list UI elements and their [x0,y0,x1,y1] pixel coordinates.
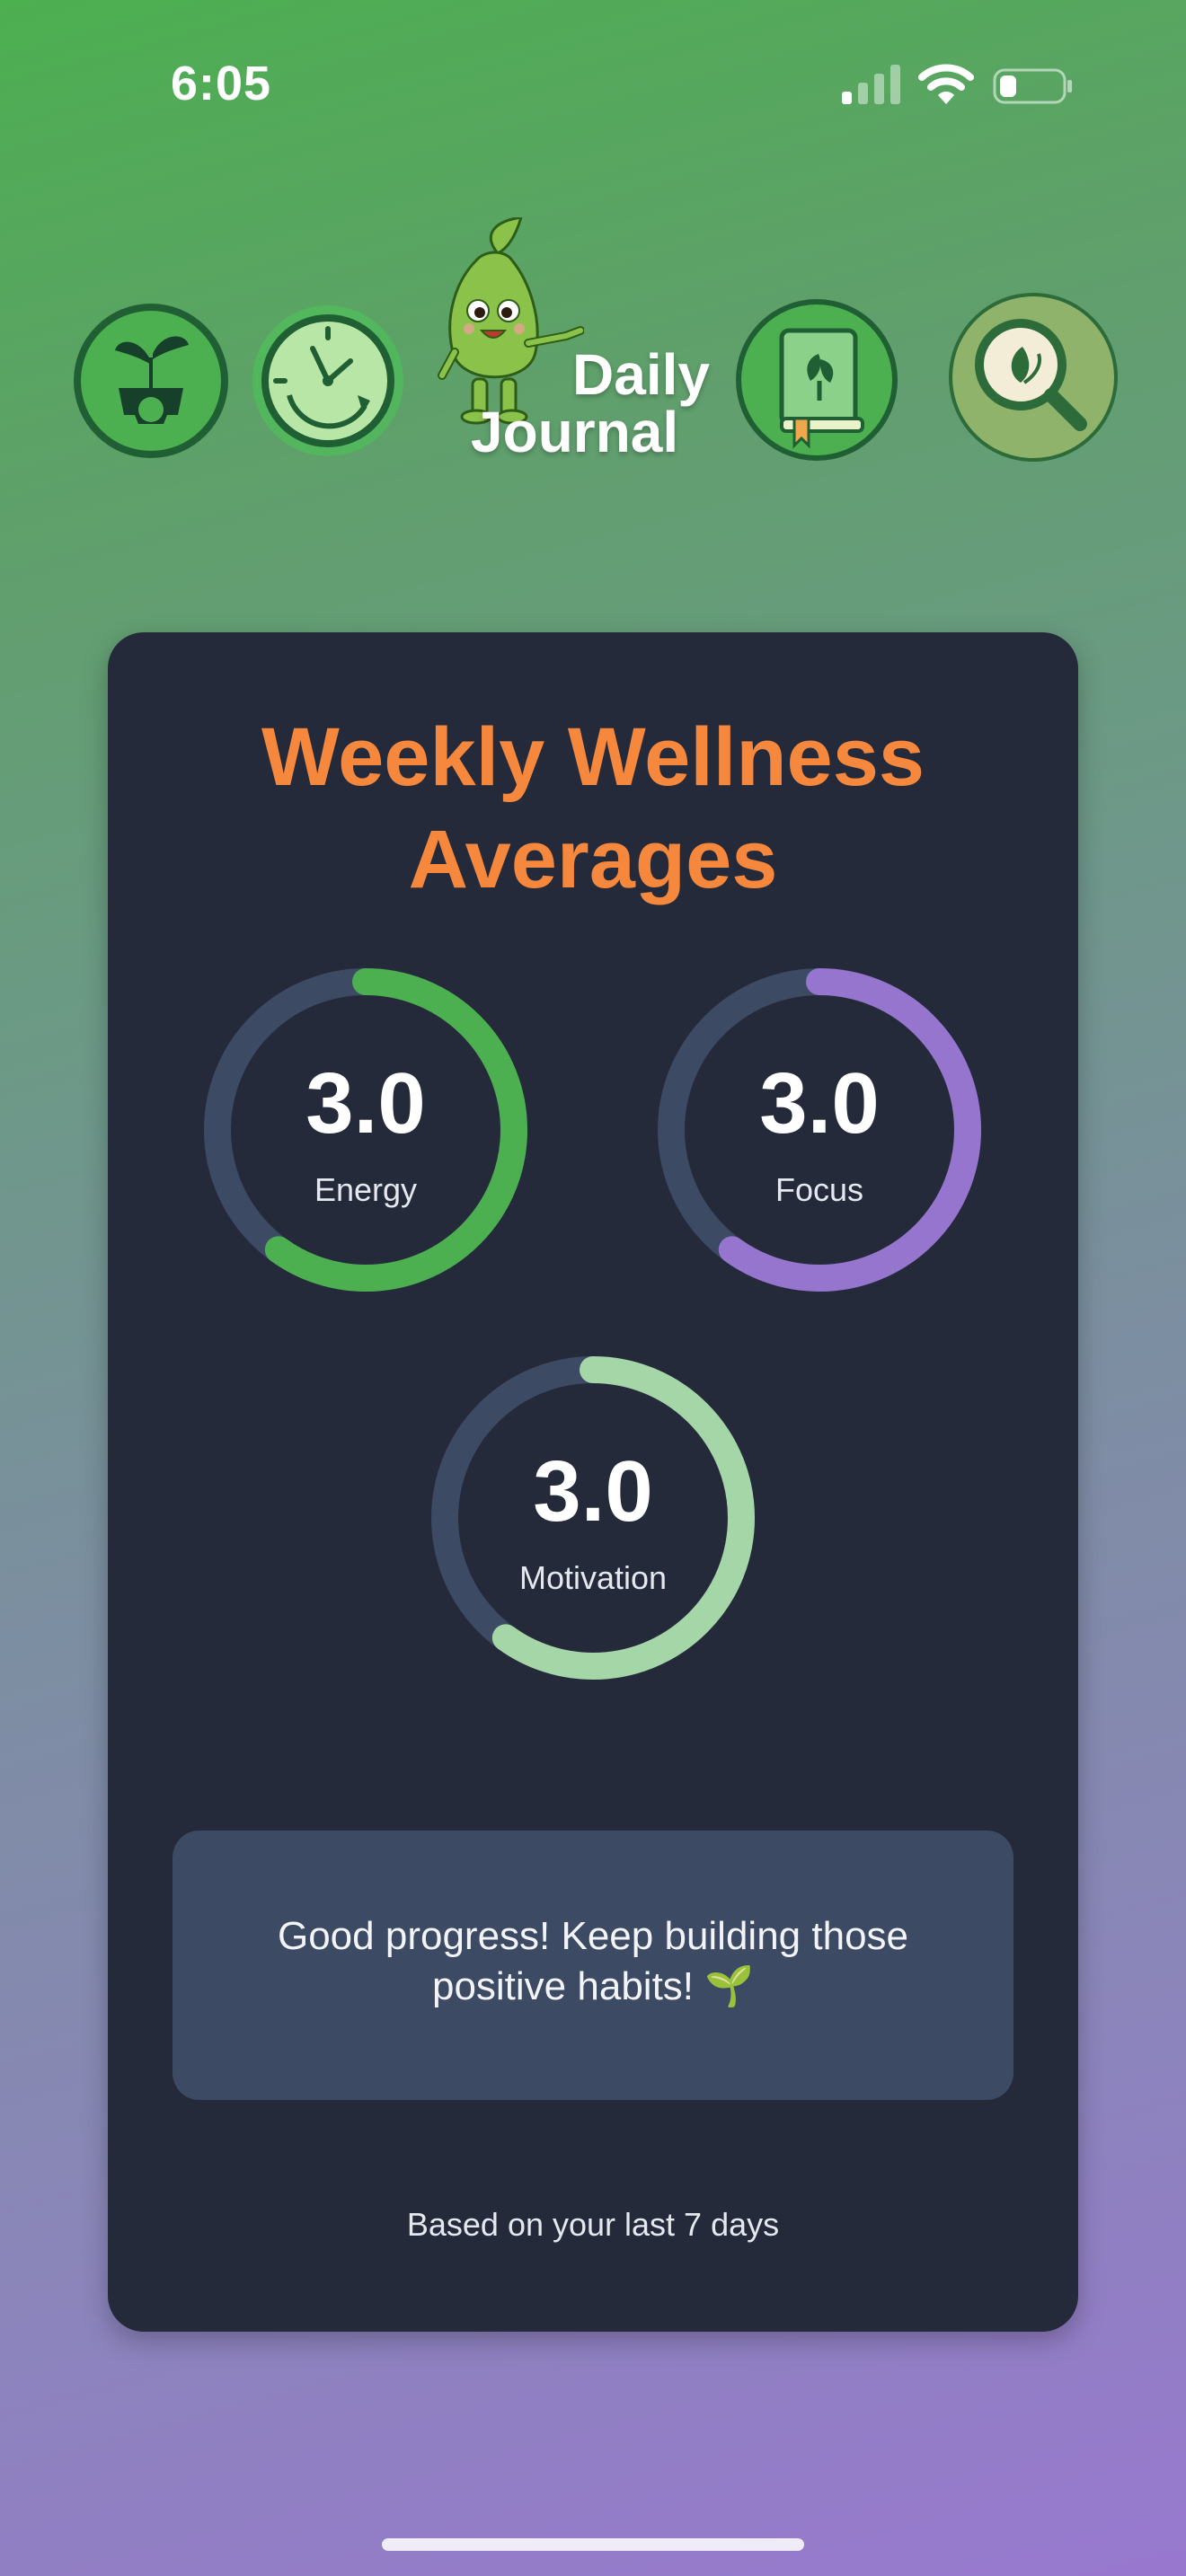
weekly-averages-card: Weekly Wellness Averages 3.0 Energy 3.0 … [108,632,1078,2332]
journal-book-icon[interactable] [731,295,902,465]
motivation-value: 3.0 [533,1443,653,1539]
status-time: 6:05 [171,57,272,110]
encouragement-message: Good progress! Keep building those posit… [173,1831,1013,2100]
motivation-label: Motivation [518,1559,668,1596]
data-range-note: Based on your last 7 days [406,2206,780,2243]
plant-gear-icon[interactable] [68,298,234,463]
app-header: Daily Journal [0,207,1186,494]
focus-ring: 3.0 Focus [656,966,983,1293]
app-brand: Daily Journal [467,341,710,467]
encouragement-text: Good progress! Keep building those posit… [277,1914,909,2008]
focus-label: Focus [774,1171,864,1208]
home-indicator[interactable] [382,2538,804,2551]
brand-line2: Journal [471,400,679,464]
status-bar: 6:05 [0,0,1186,171]
energy-value: 3.0 [305,1055,426,1151]
magnifier-leaf-icon[interactable] [945,289,1121,465]
cellular-signal-icon [842,65,900,104]
card-title: Weekly Wellness Averages [108,706,1078,911]
brand-line1: Daily [572,342,710,407]
focus-value: 3.0 [759,1055,880,1151]
battery-icon [993,68,1072,104]
energy-ring: 3.0 Energy [202,966,529,1293]
motivation-ring: 3.0 Motivation [429,1354,757,1681]
card-title-line2: Averages [408,814,778,905]
wifi-icon [918,64,974,104]
energy-label: Energy [314,1171,418,1208]
card-title-line1: Weekly Wellness [261,711,925,803]
clock-icon[interactable] [250,298,406,463]
